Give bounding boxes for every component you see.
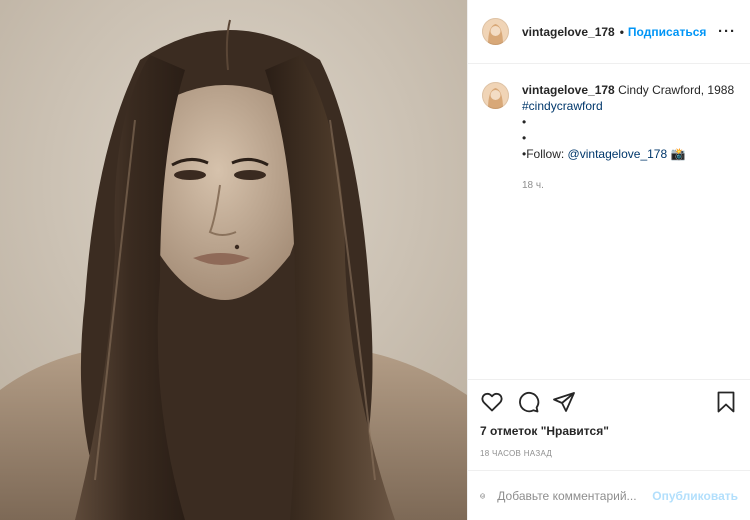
caption-bullet: •	[522, 115, 527, 129]
caption-hashtag[interactable]: #cindycrawford	[522, 98, 734, 114]
bookmark-icon[interactable]	[714, 390, 738, 414]
emoji-icon[interactable]	[480, 485, 486, 507]
post-photo[interactable]	[0, 0, 467, 520]
caption-bullet: •	[522, 131, 527, 145]
caption-follow-prefix: •Follow:	[522, 147, 568, 161]
caption-username[interactable]: vintagelove_178	[522, 83, 615, 97]
likes-count[interactable]: 7 отметок "Нравится"	[480, 424, 738, 438]
post-timestamp[interactable]: 18 часов назад	[480, 449, 738, 470]
more-options-icon[interactable]: ···	[718, 23, 736, 40]
camera-emoji-icon: 📸	[670, 147, 686, 161]
post-header: vintagelove_178 • Подписаться ···	[468, 0, 750, 64]
portrait-image	[0, 0, 467, 520]
separator-dot: •	[619, 24, 624, 39]
add-comment-bar: Опубликовать	[468, 470, 750, 520]
header-username[interactable]: vintagelove_178	[522, 25, 615, 39]
caption-text: Cindy Crawford, 1988	[618, 83, 735, 97]
caption: vintagelove_178 Cindy Crawford, 1988 #ci…	[482, 82, 736, 194]
share-icon[interactable]	[552, 390, 576, 414]
post-modal: vintagelove_178 • Подписаться ··· vintag…	[0, 0, 750, 520]
action-icons	[480, 390, 738, 414]
comment-icon[interactable]	[516, 390, 540, 414]
avatar[interactable]	[482, 18, 509, 45]
comment-input[interactable]	[497, 488, 653, 503]
caption-time[interactable]: 18 ч.	[522, 178, 734, 194]
caption-avatar[interactable]	[482, 82, 509, 109]
publish-button[interactable]: Опубликовать	[652, 489, 738, 503]
caption-mention[interactable]: @vintagelove_178	[568, 147, 668, 161]
actions-section: 7 отметок "Нравится" 18 часов назад	[468, 379, 750, 470]
comments-area: vintagelove_178 Cindy Crawford, 1988 #ci…	[468, 64, 750, 379]
follow-button[interactable]: Подписаться	[628, 25, 706, 39]
heart-icon[interactable]	[480, 390, 504, 414]
post-side-panel: vintagelove_178 • Подписаться ··· vintag…	[467, 0, 750, 520]
caption-body: vintagelove_178 Cindy Crawford, 1988 #ci…	[522, 82, 734, 194]
